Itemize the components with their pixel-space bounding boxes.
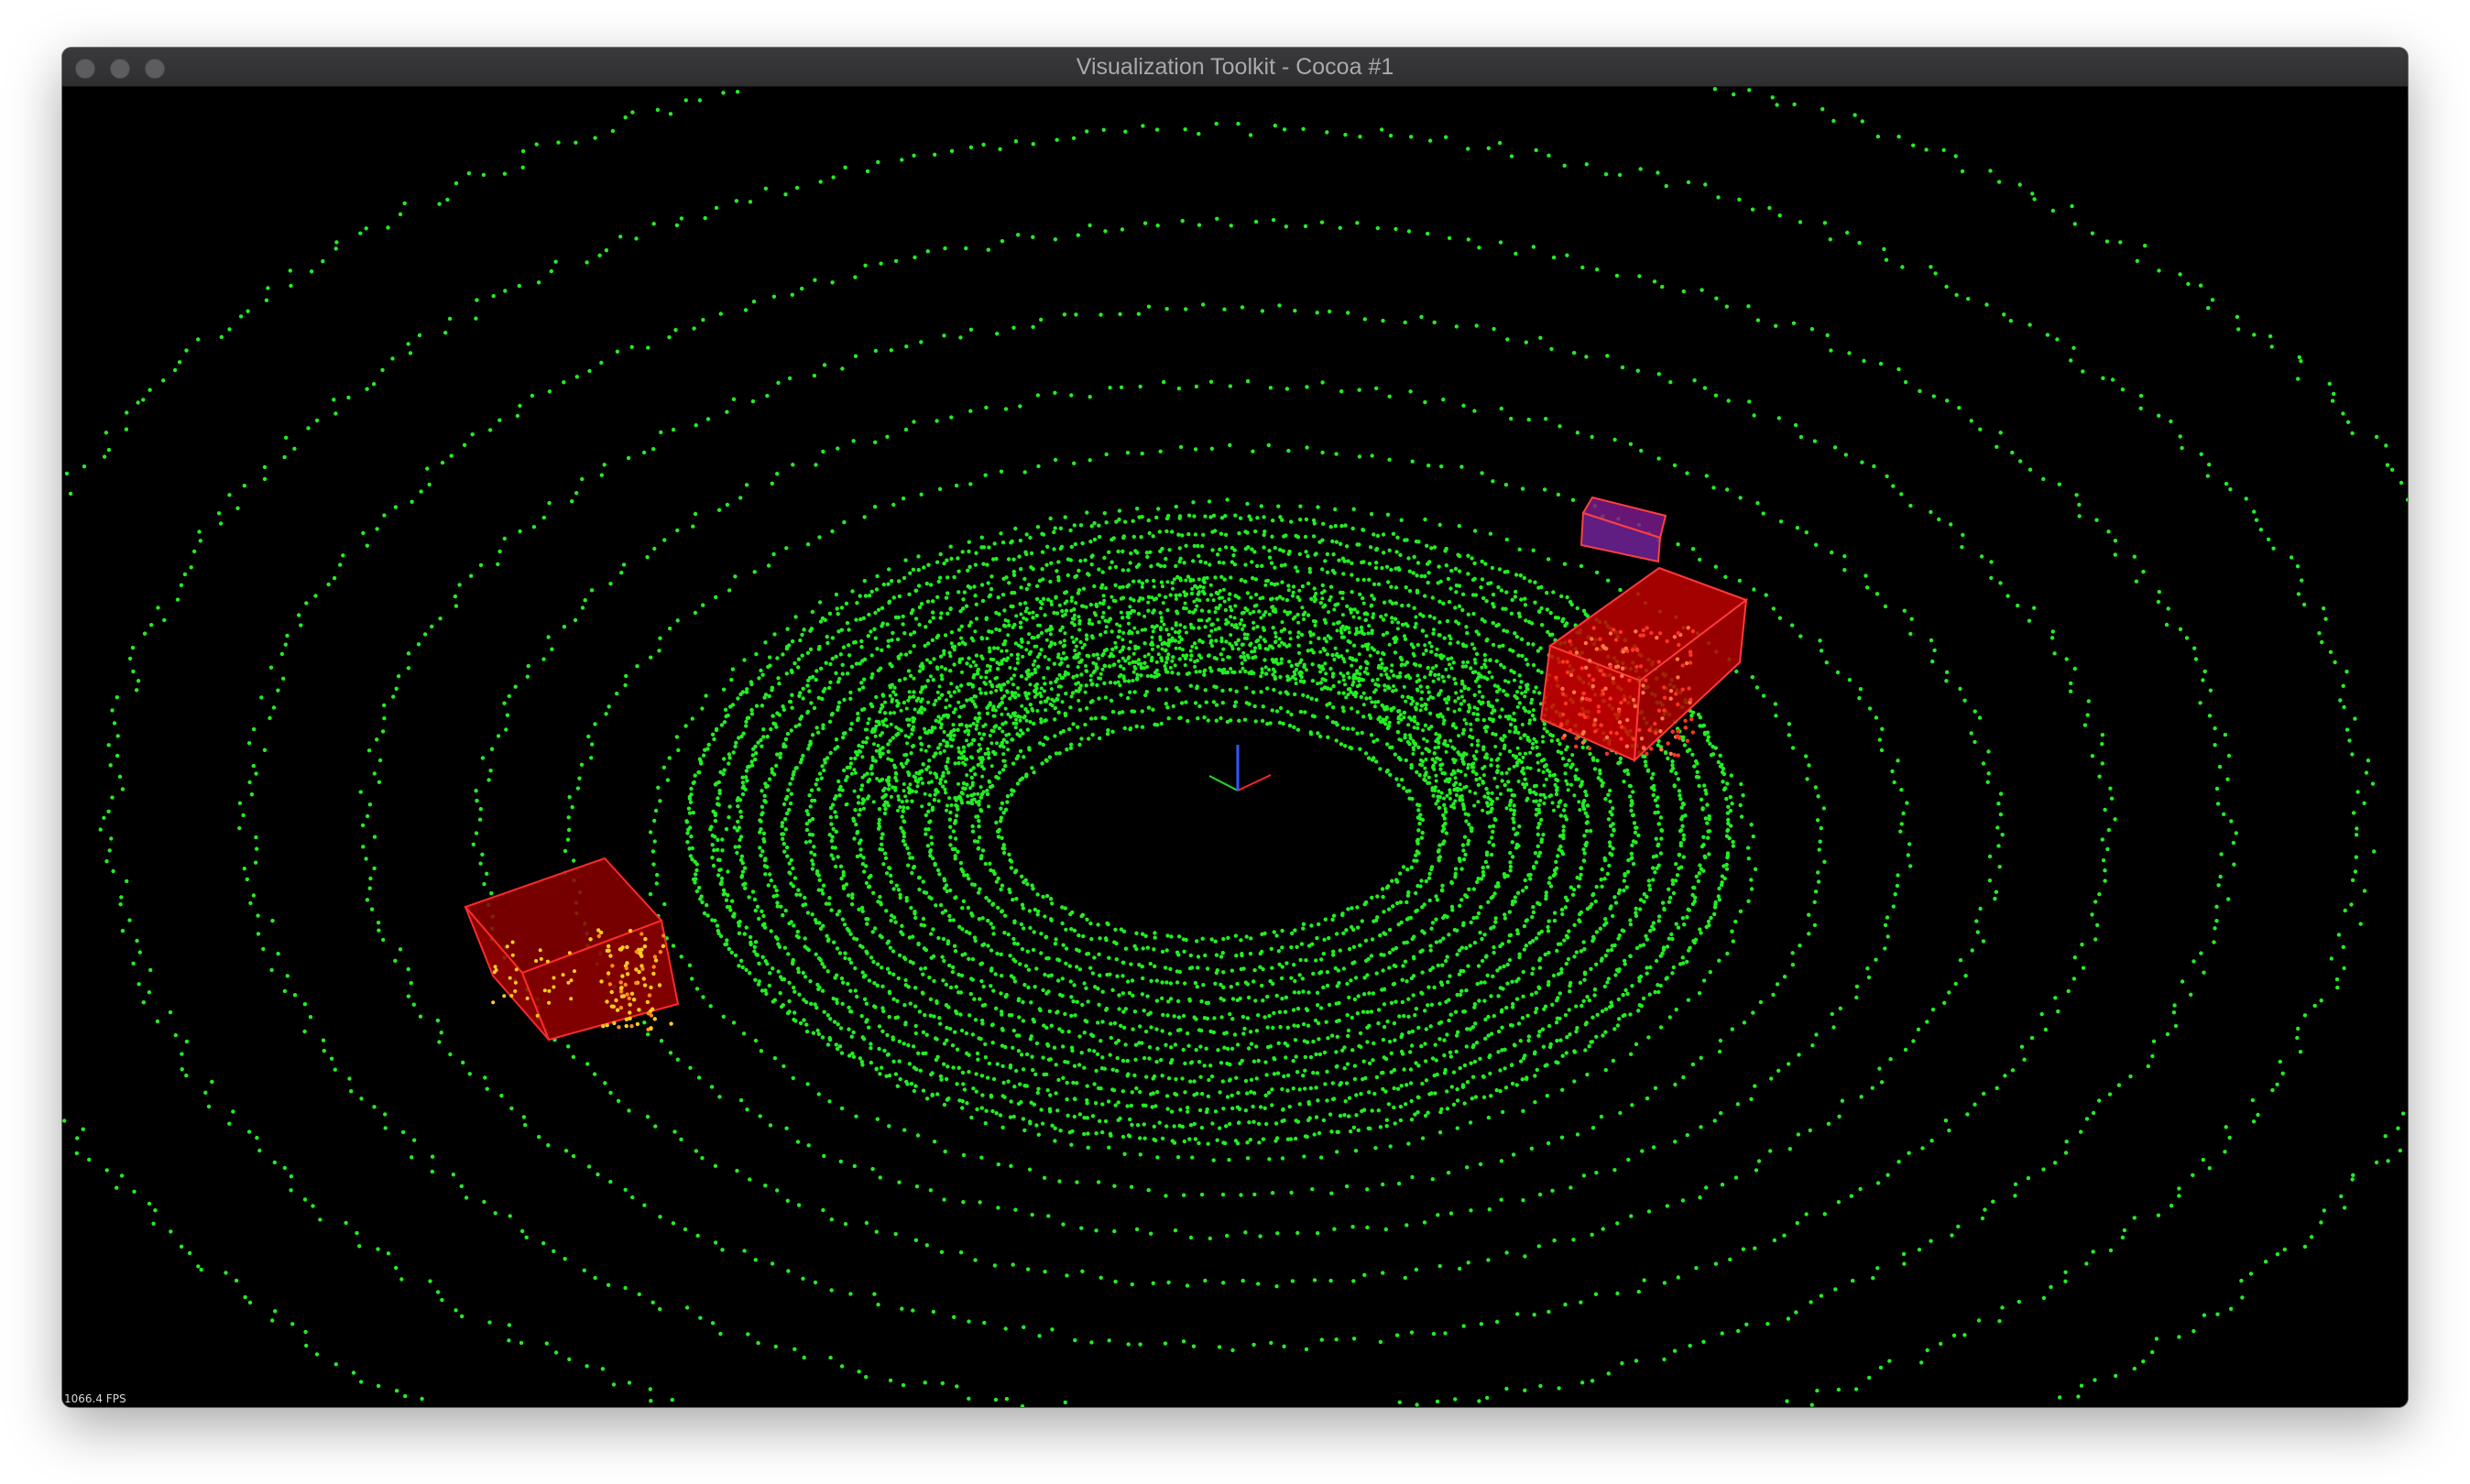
lidar-dense-points [684, 513, 1736, 1146]
lidar-point-rings [62, 87, 2408, 1407]
bounding-box-right[interactable] [1539, 566, 1749, 763]
title-bar[interactable]: Visualization Toolkit - Cocoa #1 [62, 48, 2408, 87]
orientation-axes [1208, 745, 1272, 791]
bounding-box-left[interactable] [464, 857, 680, 1042]
vtk-window: Visualization Toolkit - Cocoa #1 1066.4 … [62, 48, 2408, 1407]
window-title: Visualization Toolkit - Cocoa #1 [1076, 54, 1394, 80]
bounding-box-small[interactable] [1579, 496, 1667, 563]
fps-counter: 1066.4 FPS [64, 1392, 126, 1405]
render-viewport[interactable]: 1066.4 FPS [62, 87, 2408, 1407]
point-cloud-scene[interactable] [62, 87, 2408, 1407]
